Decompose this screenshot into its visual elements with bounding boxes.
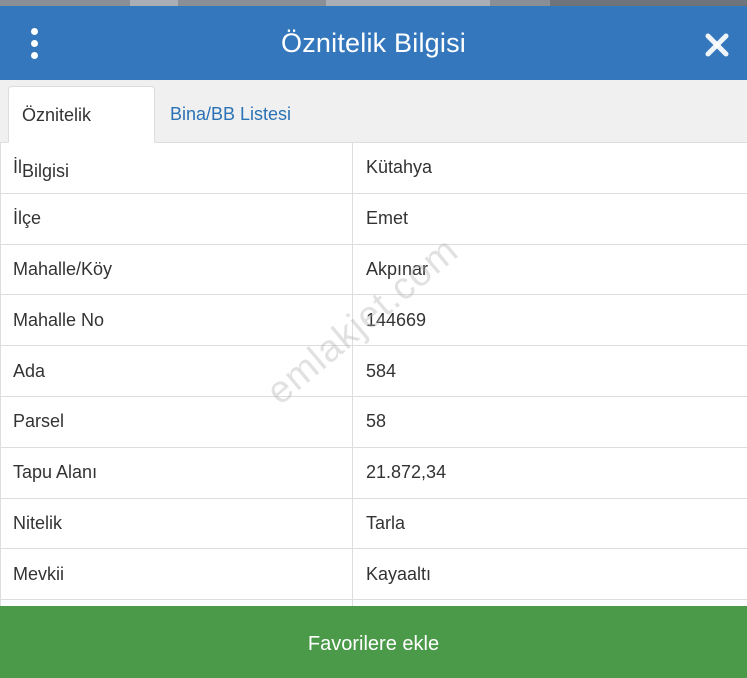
attribute-label: İlçe [13,208,42,229]
table-row: Tapu Alanı 21.872,34 [1,448,747,499]
attribute-value: Kütahya [366,157,433,178]
tab-attribute-info[interactable]: Öznitelik Bilgisi [8,86,155,181]
table-row: Mahalle No 144669 [1,295,747,347]
attribute-label: Nitelik [13,512,63,533]
attribute-value: Akpınar [366,258,429,279]
tab-bar: Öznitelik Bilgisi Bina/BB Listesi [0,80,747,181]
table-row: Mevkii Kayaaltı [1,549,747,601]
close-icon[interactable] [700,28,734,62]
attribute-value: 144669 [366,309,427,330]
attribute-table: İl Kütahya İlçe Emet Mahalle/Köy Akpınar… [0,143,747,651]
attribute-label: İl [13,157,22,178]
attribute-label: Mahalle/Köy [13,258,113,279]
attribute-label: Parsel [13,411,65,432]
attribute-value: 58 [366,411,387,432]
table-row: Mahalle/Köy Akpınar [1,245,747,296]
dialog-header: Öznitelik Bilgisi [0,6,747,80]
attribute-value: Tarla [366,512,406,533]
attribute-value: Kayaaltı [366,563,432,584]
table-row: Parsel 58 [1,397,747,448]
table-row: İlçe Emet [1,194,747,245]
attribute-value: 21.872,34 [366,462,447,483]
attribute-label: Mahalle No [13,309,105,330]
column-divider [352,143,353,613]
attribute-label: Ada [13,360,46,381]
attribute-info-dialog: Öznitelik Bilgisi Öznitelik Bilgisi Bina… [0,0,747,678]
table-row: Ada 584 [1,346,747,397]
tab-building-list[interactable]: Bina/BB Listesi [157,86,304,142]
table-row: İl Kütahya [1,143,747,194]
table-row: Nitelik Tarla [1,499,747,550]
add-to-favorites-button[interactable]: Favorilere ekle [0,606,747,678]
dialog-title: Öznitelik Bilgisi [281,28,466,58]
attribute-value: Emet [366,208,409,229]
attribute-label: Mevkii [13,563,65,584]
attribute-label: Tapu Alanı [13,462,98,483]
attribute-value: 584 [366,360,397,381]
